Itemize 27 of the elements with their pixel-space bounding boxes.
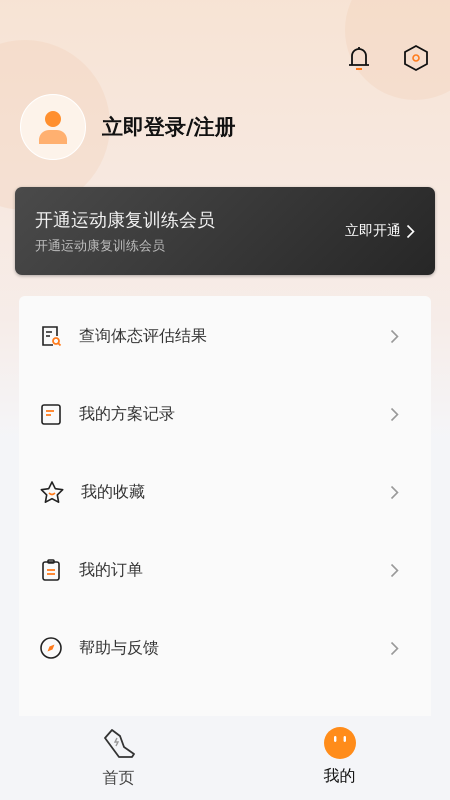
- chevron-right-icon: [390, 640, 399, 656]
- search-document-icon: [39, 324, 63, 348]
- menu-item[interactable]: 查询体态评估结果: [19, 297, 431, 375]
- chevron-right-icon: [390, 406, 399, 422]
- menu-item[interactable]: 我的订单: [19, 531, 431, 609]
- menu-item[interactable]: 帮助与反馈: [19, 609, 431, 687]
- document-icon: [39, 402, 63, 426]
- membership-banner[interactable]: 开通运动康复训练会员 开通运动康复训练会员 立即开通: [15, 187, 435, 275]
- banner-title: 开通运动康复训练会员: [35, 208, 215, 232]
- menu-item[interactable]: 我的方案记录: [19, 375, 431, 453]
- chevron-right-icon: [406, 224, 415, 238]
- smiley-face-icon: [322, 726, 356, 760]
- login-register-link[interactable]: 立即登录/注册: [102, 113, 236, 141]
- notification-bell-icon[interactable]: [346, 44, 372, 72]
- compass-icon: [39, 636, 63, 660]
- tab-bar-item[interactable]: 首页: [8, 716, 229, 800]
- chevron-right-icon: [390, 562, 399, 578]
- tab-bar-item[interactable]: 我的: [229, 716, 450, 800]
- star-icon: [39, 480, 65, 504]
- menu-item[interactable]: 我的收藏: [19, 453, 431, 531]
- activate-button[interactable]: 立即开通: [345, 222, 415, 240]
- banner-subtitle: 开通运动康复训练会员: [35, 238, 166, 254]
- user-silhouette-icon: [38, 110, 68, 144]
- settings-icon[interactable]: [402, 44, 430, 72]
- chevron-right-icon: [390, 484, 399, 500]
- clipboard-icon: [39, 558, 63, 582]
- chevron-right-icon: [390, 328, 399, 344]
